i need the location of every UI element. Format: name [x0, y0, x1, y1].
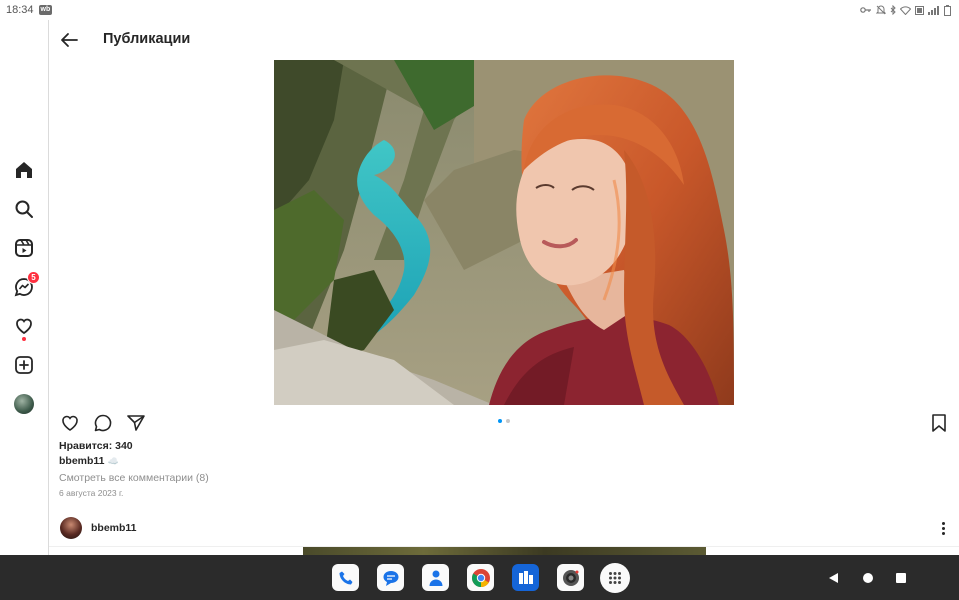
status-bar: 18:34 wb	[0, 0, 959, 20]
search-icon[interactable]	[13, 198, 35, 220]
caption-username[interactable]: bbemb11	[59, 455, 105, 467]
square-recents-icon	[896, 573, 906, 583]
page-header: Публикации	[49, 20, 959, 60]
chat-icon	[383, 570, 398, 586]
arrow-left-icon	[61, 33, 78, 47]
grid-dots-icon	[609, 572, 621, 584]
paper-plane-icon	[127, 415, 145, 431]
battery-icon	[944, 4, 951, 16]
status-time: 18:34	[6, 4, 34, 16]
app-drawer-button[interactable]	[600, 563, 630, 593]
create-post-icon[interactable]	[13, 354, 35, 376]
carousel-indicator	[498, 419, 510, 423]
carousel-dot	[498, 419, 502, 423]
more-dots-icon	[941, 521, 945, 525]
caption-emoji: ☁️	[107, 456, 119, 466]
home-icon[interactable]	[13, 159, 35, 181]
page-title: Публикации	[103, 31, 191, 47]
avatar	[14, 394, 34, 414]
like-button[interactable]	[60, 413, 80, 433]
heart-outline-icon	[62, 415, 78, 431]
circle-home-icon	[863, 573, 873, 583]
status-icons	[860, 4, 951, 16]
wifi-icon	[900, 5, 911, 15]
person-icon	[429, 570, 442, 586]
more-options-button[interactable]	[939, 519, 947, 537]
phone-icon	[339, 571, 352, 584]
files-app[interactable]	[512, 564, 539, 591]
carousel-dot	[506, 419, 510, 423]
key-icon	[860, 7, 871, 13]
chrome-app[interactable]	[467, 564, 494, 591]
share-button[interactable]	[126, 413, 146, 433]
signal-icon	[928, 5, 939, 15]
next-post-username[interactable]: bbemb11	[91, 522, 137, 534]
profile-avatar[interactable]	[13, 393, 35, 415]
reels-icon[interactable]	[13, 237, 35, 259]
post-image[interactable]	[274, 60, 734, 405]
files-icon	[518, 570, 533, 584]
heart-icon[interactable]	[13, 315, 35, 341]
nav-rail: 5	[0, 20, 49, 555]
messenger-icon[interactable]: 5	[13, 271, 40, 298]
bookmark-icon	[932, 414, 946, 432]
nav-back-button[interactable]	[828, 571, 840, 589]
post-caption: bbemb11 ☁️	[59, 455, 119, 467]
activity-dot	[22, 337, 26, 341]
comment-icon	[94, 414, 112, 432]
nav-home-button[interactable]	[862, 571, 874, 589]
next-post-header: bbemb11	[49, 513, 959, 547]
chrome-icon	[471, 568, 490, 587]
bluetooth-icon	[890, 5, 896, 15]
mute-icon	[876, 5, 886, 15]
phone-app[interactable]	[332, 564, 359, 591]
messages-app[interactable]	[377, 564, 404, 591]
save-button[interactable]	[930, 413, 948, 433]
wb-notification-icon: wb	[38, 5, 53, 15]
triangle-back-icon	[829, 573, 838, 583]
comment-button[interactable]	[93, 413, 113, 433]
next-post-image[interactable]	[303, 547, 706, 555]
post-date: 6 августа 2023 г.	[59, 488, 124, 498]
back-button[interactable]	[59, 30, 81, 50]
sim-icon	[915, 5, 924, 15]
camera-app[interactable]	[557, 564, 584, 591]
contacts-app[interactable]	[422, 564, 449, 591]
messages-badge: 5	[27, 271, 40, 284]
avatar[interactable]	[60, 517, 82, 539]
taskbar	[0, 555, 959, 600]
nav-recents-button[interactable]	[895, 571, 907, 589]
view-comments-link[interactable]: Смотреть все комментарии (8)	[59, 472, 209, 484]
likes-count[interactable]: Нравится: 340	[59, 440, 133, 452]
camera-icon	[562, 569, 579, 586]
